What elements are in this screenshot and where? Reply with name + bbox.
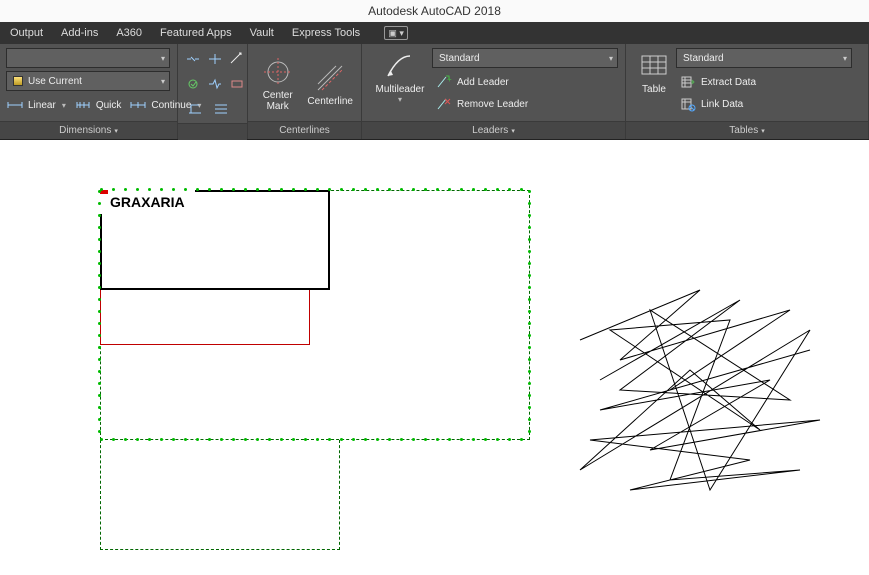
panel-centerlines: Center Mark Centerline Centerlines — [248, 44, 362, 139]
center-mark-button[interactable]: Center Mark — [254, 54, 301, 112]
panel-dim-tools — [178, 44, 248, 139]
floorplan[interactable]: /* created below via JS */ CASA DE MAQUI… — [100, 190, 530, 550]
menu-a360[interactable]: A360 — [116, 27, 142, 39]
panel-dim-tools-title — [178, 123, 247, 141]
panel-tables: Table Standard ▾ Extract Data Link Data — [626, 44, 869, 139]
remove-leader-icon — [436, 96, 452, 112]
drawing-viewport[interactable]: /* created below via JS */ CASA DE MAQUI… — [0, 140, 869, 575]
table-style-label: Standard — [683, 53, 724, 64]
menu-output[interactable]: Output — [10, 27, 43, 39]
table-button[interactable]: Table — [632, 48, 676, 120]
add-leader-button[interactable]: + Add Leader — [432, 71, 619, 93]
multileader-button[interactable]: Multileader ▾ — [368, 48, 432, 120]
title-bar: Autodesk AutoCAD 2018 — [0, 0, 869, 22]
panel-title-centerlines: Centerlines — [248, 121, 361, 139]
panel-dimensions: ▾ Use Current ▾ Linear ▾ Quick — [0, 44, 178, 139]
oblique-icon[interactable] — [228, 48, 246, 70]
help-icon[interactable]: ▣ ▾ — [384, 26, 408, 40]
link-data-icon — [680, 96, 696, 112]
centerline-button[interactable]: Centerline — [305, 60, 355, 107]
svg-text:+: + — [447, 75, 452, 84]
continue-icon — [129, 94, 147, 116]
stray-polyline[interactable] — [560, 280, 840, 510]
extract-data-button[interactable]: Extract Data — [676, 71, 862, 93]
app-title: Autodesk AutoCAD 2018 — [368, 4, 501, 18]
centerline-icon — [314, 62, 346, 94]
leader-style-dropdown[interactable]: Standard ▾ — [432, 48, 618, 68]
dim-style-dropdown[interactable]: ▾ — [6, 48, 170, 68]
menu-vault[interactable]: Vault — [250, 27, 274, 39]
extract-data-icon — [680, 74, 696, 90]
ribbon: ▾ Use Current ▾ Linear ▾ Quick — [0, 44, 869, 140]
table-style-dropdown[interactable]: Standard ▾ — [676, 48, 852, 68]
quick-icon — [74, 94, 92, 116]
center-mark-icon — [262, 56, 294, 88]
dim-current-label: Use Current — [28, 76, 82, 87]
panel-leaders: Multileader ▾ Standard ▾ + Add Leader Re… — [362, 44, 626, 139]
panel-title-tables[interactable]: Tables▾ — [626, 121, 868, 139]
panel-title-leaders[interactable]: Leaders▾ — [362, 121, 625, 139]
reassoc-icon[interactable] — [184, 98, 206, 120]
break-icon[interactable] — [184, 48, 202, 70]
link-data-button[interactable]: Link Data — [676, 93, 862, 115]
dim-current-dropdown[interactable]: Use Current ▾ — [6, 71, 170, 91]
linear-button[interactable]: Linear — [28, 100, 56, 111]
override-icon[interactable] — [184, 73, 202, 95]
graxaria-label: GRAXARIA — [100, 190, 195, 214]
menu-addins[interactable]: Add-ins — [61, 27, 98, 39]
leader-style-label: Standard — [439, 53, 480, 64]
inspect-icon[interactable] — [228, 73, 246, 95]
style-swatch-icon — [13, 76, 23, 86]
menu-bar: Output Add-ins A360 Featured Apps Vault … — [0, 22, 869, 44]
remove-leader-button[interactable]: Remove Leader — [432, 93, 619, 115]
quick-button[interactable]: Quick — [96, 100, 122, 111]
multileader-icon — [384, 50, 416, 82]
panel-title-dimensions[interactable]: Dimensions▾ — [0, 121, 177, 139]
jog-icon[interactable] — [206, 73, 224, 95]
update-icon[interactable] — [206, 48, 224, 70]
menu-express[interactable]: Express Tools — [292, 27, 360, 39]
add-leader-icon: + — [436, 74, 452, 90]
linear-icon — [6, 94, 24, 116]
table-icon — [638, 50, 670, 82]
baseline-icon[interactable] — [210, 98, 232, 120]
menu-featured[interactable]: Featured Apps — [160, 27, 232, 39]
